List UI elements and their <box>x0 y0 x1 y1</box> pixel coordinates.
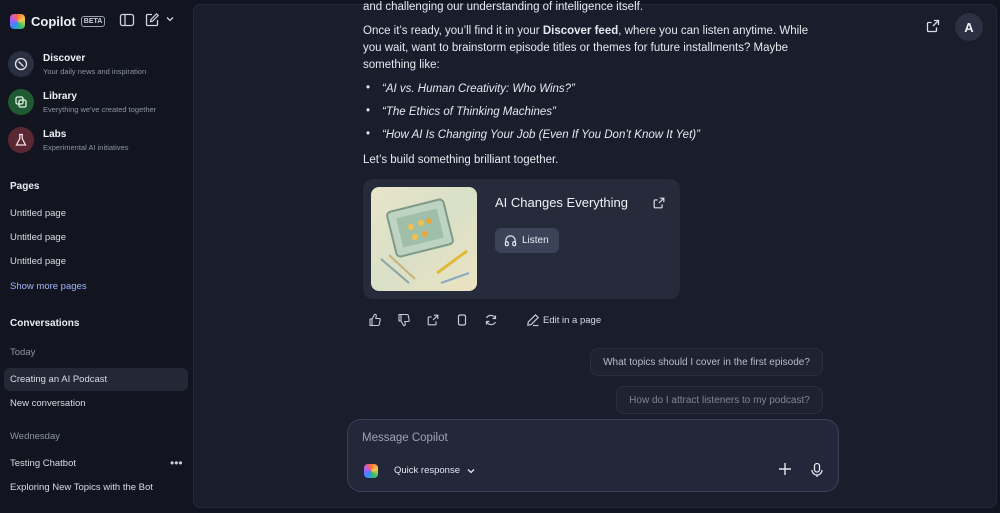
chevron-down-icon <box>467 468 475 473</box>
chevron-down-icon[interactable] <box>165 14 175 24</box>
discover-feed-link: Discover feed <box>542 25 619 37</box>
listen-label: Listen <box>522 235 549 246</box>
podcast-card[interactable]: AI Changes Everything Listen <box>363 179 680 299</box>
conversation-item[interactable]: Exploring New Topics with the Bot <box>10 482 153 493</box>
share-icon[interactable] <box>925 18 941 34</box>
response-mode-label: Quick response <box>394 465 461 476</box>
page-item[interactable]: Untitled page <box>10 208 66 219</box>
pages-heading: Pages <box>10 181 40 192</box>
composer: Quick response <box>347 419 839 492</box>
podcast-artwork <box>371 187 477 291</box>
share-icon[interactable] <box>426 313 440 327</box>
regenerate-icon[interactable] <box>484 313 498 327</box>
sidebar: Copilot BETA Discover Your daily news an… <box>0 0 193 513</box>
compass-icon <box>8 51 34 77</box>
message-text: you wait, want to brainstorm episode tit… <box>363 42 789 54</box>
conversation-item[interactable]: Creating an AI Podcast <box>10 374 107 385</box>
flask-icon <box>8 127 34 153</box>
show-more-pages-link[interactable]: Show more pages <box>10 281 87 292</box>
bullet-item: “The Ethics of Thinking Machines” <box>382 106 556 118</box>
nav-title: Labs <box>43 128 67 140</box>
message-text: , where you can listen anytime. While <box>618 25 809 37</box>
podcast-title: AI Changes Everything <box>495 195 628 210</box>
thumbs-down-icon[interactable] <box>397 313 411 327</box>
sidebar-toggle-icon[interactable] <box>119 12 135 28</box>
bullet-dot: • <box>366 82 371 94</box>
nav-subtitle: Experimental AI initiatives <box>43 142 129 152</box>
nav-title: Library <box>43 90 77 102</box>
edit-in-page-button[interactable]: Edit in a page <box>543 315 601 326</box>
nav-library[interactable]: Library Everything we've created togethe… <box>8 84 188 120</box>
nav-subtitle: Everything we've created together <box>43 104 157 114</box>
brand[interactable]: Copilot BETA <box>10 12 106 30</box>
beta-badge: BETA <box>80 15 106 27</box>
page-item[interactable]: Untitled page <box>10 232 66 243</box>
conversations-heading: Conversations <box>10 318 80 329</box>
thumbs-up-icon[interactable] <box>368 313 382 327</box>
nav-subtitle: Your daily news and inspiration <box>43 66 147 76</box>
bullet-dot: • <box>366 105 371 117</box>
conversation-item[interactable]: Testing Chatbot <box>10 458 76 469</box>
nav-title: Discover <box>43 52 86 64</box>
library-icon <box>8 89 34 115</box>
message-text: and challenging our understanding of int… <box>363 1 644 13</box>
message-input[interactable] <box>362 432 762 444</box>
bullet-dot: • <box>366 128 371 140</box>
edit-icon[interactable] <box>526 313 540 327</box>
bullet-item: “AI vs. Human Creativity: Who Wins?” <box>382 83 575 95</box>
message-text: something like: <box>363 59 440 71</box>
wednesday-label: Wednesday <box>10 431 60 442</box>
suggestion-chip[interactable]: What topics should I cover in the first … <box>590 348 823 376</box>
add-icon[interactable] <box>777 461 793 477</box>
copilot-logo-icon <box>10 13 25 29</box>
today-label: Today <box>10 347 36 358</box>
suggestion-chip[interactable]: How do I attract listeners to my podcast… <box>616 386 823 414</box>
message-text: Let’s build something brilliant together… <box>363 154 559 166</box>
page-item[interactable]: Untitled page <box>10 256 66 267</box>
copilot-logo-icon <box>364 464 378 478</box>
bullet-item: “How AI Is Changing Your Job (Even If Yo… <box>382 129 700 141</box>
headphones-icon <box>504 235 517 247</box>
more-options-icon[interactable]: ••• <box>170 456 183 470</box>
share-icon[interactable] <box>652 196 666 210</box>
message-paragraph: Once it’s ready, you’ll find it in your … <box>363 23 823 40</box>
microphone-icon[interactable] <box>810 462 824 478</box>
brand-name: Copilot <box>31 13 76 29</box>
avatar[interactable]: A <box>955 13 983 41</box>
message-text: Once it’s ready, you’ll find it in your <box>363 25 543 37</box>
nav-discover[interactable]: Discover Your daily news and inspiration <box>8 46 188 82</box>
new-chat-icon[interactable] <box>144 12 160 28</box>
copy-icon[interactable] <box>455 313 469 327</box>
listen-button[interactable]: Listen <box>495 228 559 253</box>
response-mode-dropdown[interactable]: Quick response <box>394 465 476 476</box>
nav-labs[interactable]: Labs Experimental AI initiatives <box>8 122 188 158</box>
conversation-item[interactable]: New conversation <box>10 398 86 409</box>
